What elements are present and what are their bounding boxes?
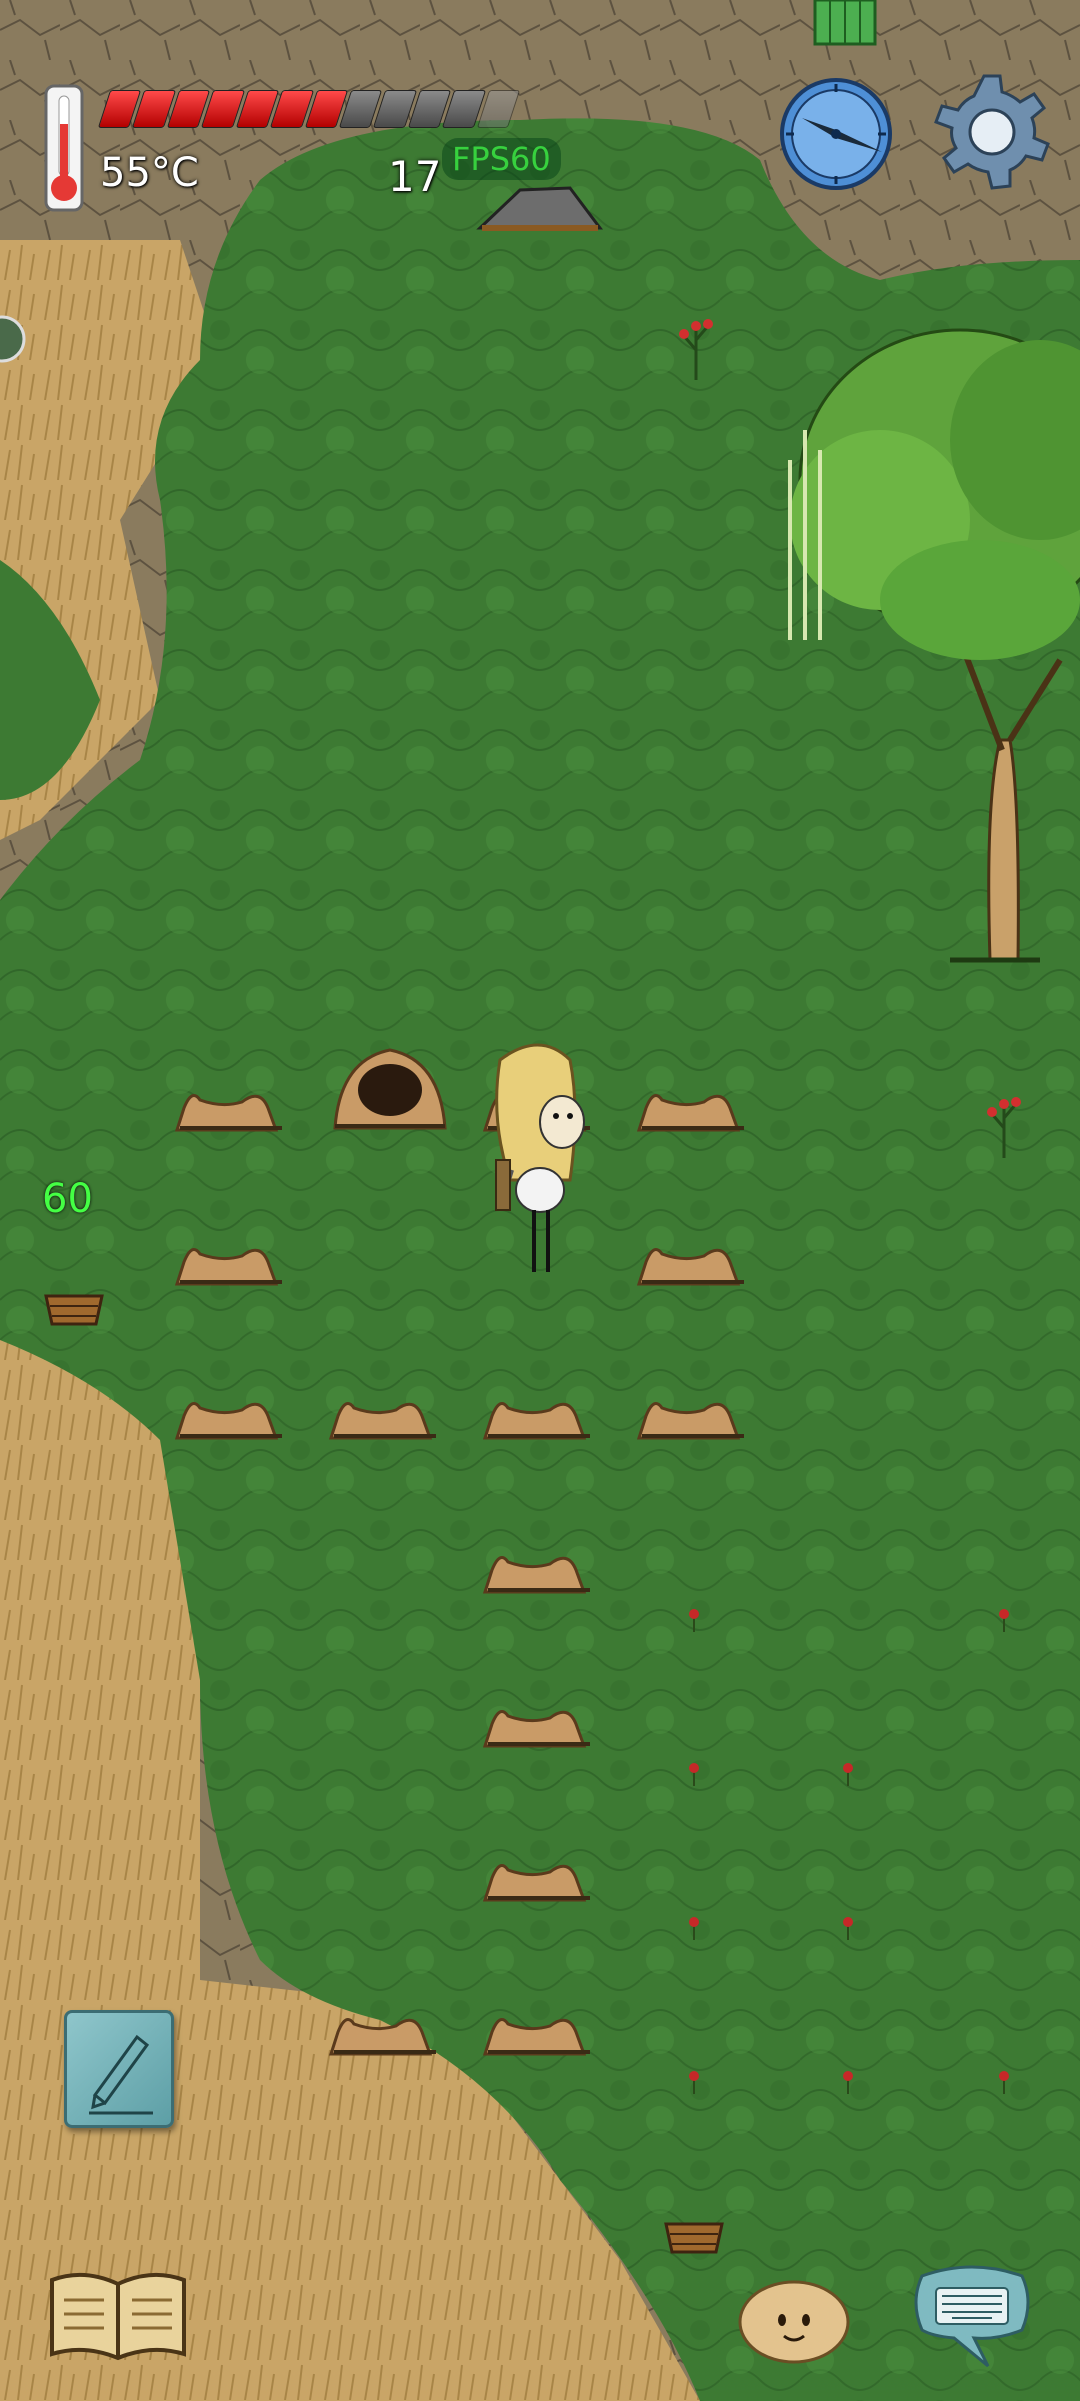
- open-book-icon: [50, 2272, 186, 2361]
- gear-icon[interactable]: [932, 72, 1052, 192]
- basket[interactable]: [44, 1294, 104, 1326]
- thermometer-icon: [38, 84, 90, 214]
- write-note-button[interactable]: [64, 2010, 174, 2128]
- face-icon: [738, 2280, 850, 2364]
- keyboard-chat-icon: [914, 2265, 1030, 2368]
- age-counter: 17: [388, 152, 442, 201]
- cactus[interactable]: [813, 0, 877, 46]
- hunger-bar: [97, 90, 521, 128]
- side-counter: 60: [42, 1176, 93, 1222]
- offscreen-indicator[interactable]: [0, 310, 30, 368]
- compass-icon[interactable]: [778, 76, 894, 192]
- pencil-icon: [89, 2034, 153, 2115]
- basket[interactable]: [664, 2222, 724, 2254]
- chat-button[interactable]: [908, 2262, 1036, 2374]
- emote-button[interactable]: [736, 2270, 852, 2366]
- fps-counter: FPS60: [442, 138, 561, 180]
- temperature-readout: 55°C: [100, 150, 199, 196]
- tech-tree-button[interactable]: [44, 2264, 192, 2364]
